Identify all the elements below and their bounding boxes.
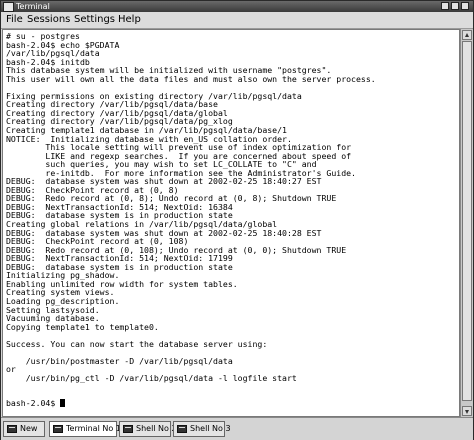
menu-bar: File Sessions Settings Help: [1, 12, 473, 29]
scroll-down-arrow-icon[interactable]: [462, 406, 472, 416]
terminal-icon: [123, 425, 133, 433]
menu-settings[interactable]: Settings: [74, 12, 115, 28]
window-title: Terminal: [16, 2, 50, 11]
scrollbar-thumb[interactable]: [462, 41, 472, 401]
close-icon[interactable]: [461, 2, 469, 10]
tab-terminal-no-1[interactable]: Terminal No 1: [49, 421, 121, 437]
menu-file[interactable]: File: [6, 12, 23, 28]
menu-help[interactable]: Help: [118, 12, 141, 28]
menu-sessions[interactable]: Sessions: [27, 12, 70, 28]
tab-shell-no-3[interactable]: Shell No 3: [173, 421, 231, 437]
terminal-text: # su - postgres bash-2.04$ echo $PGDATA …: [3, 30, 459, 400]
terminal-icon: [177, 425, 187, 433]
title-bar[interactable]: Terminal: [1, 1, 473, 12]
tab-label: Terminal No 1: [66, 424, 121, 433]
scroll-up-arrow-icon[interactable]: [462, 30, 472, 40]
new-session-icon: [7, 425, 17, 433]
terminal-line: Copying template1 to template0.: [6, 321, 159, 332]
maximize-icon[interactable]: [451, 2, 459, 10]
text-cursor: [60, 399, 66, 408]
terminal-line: /usr/bin/pg_ctl -D /var/lib/pgsql/data -…: [6, 372, 297, 383]
minimize-icon[interactable]: [441, 2, 449, 10]
terminal-window: Terminal File Sessions Settings Help # s…: [0, 0, 474, 440]
terminal-line: /usr/bin/postmaster -D /var/lib/pgsql/da…: [6, 355, 233, 366]
terminal-output[interactable]: # su - postgres bash-2.04$ echo $PGDATA …: [2, 29, 460, 417]
command-prompt-line[interactable]: bash-2.04$: [6, 391, 66, 410]
tab-label: New: [20, 424, 38, 433]
terminal-line: This user will own all the data files an…: [6, 73, 376, 84]
tab-label: Shell No 2: [136, 424, 177, 433]
command-prompt: bash-2.04$: [6, 398, 61, 409]
tab-label: Shell No 3: [190, 424, 231, 433]
window-menu-icon[interactable]: [3, 2, 14, 12]
tab-shell-no-2[interactable]: Shell No 2: [119, 421, 177, 437]
vertical-scrollbar[interactable]: [460, 29, 473, 417]
new-session-button[interactable]: New: [3, 421, 45, 437]
terminal-icon: [53, 425, 63, 433]
session-tab-bar: New Terminal No 1 Shell No 2 Shell No 3: [1, 417, 473, 440]
terminal-line: Success. You can now start the database …: [6, 338, 268, 349]
